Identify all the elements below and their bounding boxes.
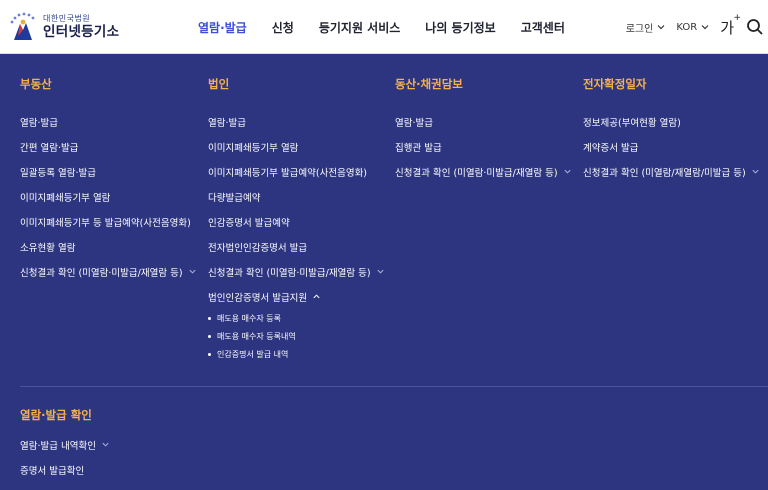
logo-text: 대한민국법원 인터넷등기소 xyxy=(43,13,119,41)
menu-item-label: 정보제공(부여현황 열람) xyxy=(583,117,681,129)
menu-item[interactable]: 소유현황 열람 xyxy=(20,234,197,259)
menu-item-label: 인감증명서 발급예약 xyxy=(208,217,290,229)
font-size-plus: + xyxy=(733,12,741,23)
gnb-item-view-issue[interactable]: 열람·발급 xyxy=(198,19,247,36)
menu-item-label: 신청결과 확인 (미열람/재열람/미발급 등) xyxy=(583,167,746,179)
menu-item[interactable]: 일괄등록 열람·발급 xyxy=(20,159,197,184)
menu-item[interactable]: 다량발급예약 xyxy=(208,184,385,209)
site-header: 대한민국법원 인터넷등기소 열람·발급 신청 등기지원 서비스 나의 등기정보 … xyxy=(0,0,768,54)
gnb-item-customer-center[interactable]: 고객센터 xyxy=(521,19,565,36)
column-title: 법인 xyxy=(208,77,230,91)
chevron-down-icon xyxy=(563,169,571,174)
menu-list: 열람·발급 집행관 발급 신청결과 확인 (미열람·미발급/재열람 등) xyxy=(395,109,572,184)
menu-list: 열람·발급 내역확인 증명서 발급확인 xyxy=(20,432,110,482)
menu-item-expandable[interactable]: 신청결과 확인 (미열람·미발급/재열람 등) xyxy=(208,259,385,284)
global-nav: 열람·발급 신청 등기지원 서비스 나의 등기정보 고객센터 xyxy=(198,0,590,54)
menu-list: 열람·발급 간편 열람·발급 일괄등록 열람·발급 이미지폐쇄등기부 열람 이미… xyxy=(20,109,197,284)
menu-item[interactable]: 정보제공(부여현황 열람) xyxy=(583,109,760,134)
submenu-item[interactable]: 매도용 매수자 등록내역 xyxy=(208,327,385,345)
chevron-down-icon xyxy=(188,269,196,274)
menu-item-label: 신청결과 확인 (미열람·미발급/재열람 등) xyxy=(395,167,558,179)
chevron-down-icon xyxy=(102,442,109,447)
chevron-down-icon xyxy=(657,25,665,30)
font-size-button[interactable]: 가 + xyxy=(720,13,741,38)
login-button[interactable]: 로그인 xyxy=(626,20,667,35)
menu-item[interactable]: 집행관 발급 xyxy=(395,134,572,159)
court-emblem-icon xyxy=(10,12,35,40)
menu-item-label: 일괄등록 열람·발급 xyxy=(20,167,96,179)
menu-item-label: 집행관 발급 xyxy=(395,142,442,154)
font-size-label: 가 xyxy=(720,18,734,37)
header-utils: 로그인 KOR 가 + xyxy=(626,0,768,54)
chevron-down-icon xyxy=(752,169,759,174)
menu-item-label: 이미지폐쇄등기부 등 발급예약(사전음영화) xyxy=(20,217,191,229)
menu-item-label: 열람·발급 xyxy=(395,117,433,129)
menu-item-label: 이미지폐쇄등기부 열람 xyxy=(208,142,299,154)
menu-item-label: 전자법인인감증명서 발급 xyxy=(208,242,308,254)
bullet-icon xyxy=(208,334,211,338)
section-title-verify: 열람·발급 확인 xyxy=(20,408,92,422)
column-title: 전자확정일자 xyxy=(583,77,647,91)
chevron-down-icon xyxy=(701,25,709,30)
column-title: 동산·채권담보 xyxy=(395,77,463,91)
section-divider xyxy=(20,386,768,387)
language-label: KOR xyxy=(676,21,698,33)
menu-item[interactable]: 이미지폐쇄등기부 열람 xyxy=(20,184,197,209)
submenu-item-label: 매도용 매수자 등록내역 xyxy=(217,331,296,341)
menu-item-expandable[interactable]: 신청결과 확인 (미열람·미발급/재열람 등) xyxy=(395,159,572,184)
site-logo[interactable]: 대한민국법원 인터넷등기소 xyxy=(6,9,119,45)
search-icon[interactable] xyxy=(746,18,764,36)
menu-item-label: 열람·발급 xyxy=(20,117,58,129)
gnb-item-my-info[interactable]: 나의 등기정보 xyxy=(425,19,495,36)
menu-item-expanded[interactable]: 법인인감증명서 발급지원 xyxy=(208,284,385,309)
menu-item-label: 이미지폐쇄등기부 발급예약(사전음영화) xyxy=(208,167,368,179)
menu-item-label: 열람·발급 내역확인 xyxy=(20,440,96,452)
menu-item-label: 증명서 발급확인 xyxy=(20,465,85,477)
menu-item-label: 계약증서 발급 xyxy=(583,142,639,154)
menu-item[interactable]: 인감증명서 발급예약 xyxy=(208,209,385,234)
submenu-container: 매도용 매수자 등록 매도용 매수자 등록내역 인감증명서 발급 내역 xyxy=(208,309,385,363)
menu-item[interactable]: 계약증서 발급 xyxy=(583,134,760,159)
menu-item[interactable]: 열람·발급 xyxy=(20,109,197,134)
login-label: 로그인 xyxy=(625,23,654,35)
menu-item-expandable[interactable]: 신청결과 확인 (미열람·미발급/재열람 등) xyxy=(20,259,197,284)
menu-item-label: 소유현황 열람 xyxy=(20,242,76,254)
menu-item-expandable[interactable]: 신청결과 확인 (미열람/재열람/미발급 등) xyxy=(583,159,760,184)
logo-title: 인터넷등기소 xyxy=(43,24,120,40)
menu-item[interactable]: 간편 열람·발급 xyxy=(20,134,197,159)
menu-list: 정보제공(부여현황 열람) 계약증서 발급 신청결과 확인 (미열람/재열람/미… xyxy=(583,109,760,184)
chevron-down-icon xyxy=(376,269,384,274)
submenu-list: 매도용 매수자 등록 매도용 매수자 등록내역 인감증명서 발급 내역 xyxy=(208,309,385,363)
mega-menu-panel: 부동산 열람·발급 간편 열람·발급 일괄등록 열람·발급 이미지폐쇄등기부 열… xyxy=(0,54,768,490)
chevron-up-icon xyxy=(313,294,320,299)
bullet-icon xyxy=(208,352,211,356)
gnb-item-apply[interactable]: 신청 xyxy=(272,19,294,36)
menu-item-label: 법인인감증명서 발급지원 xyxy=(208,292,308,304)
submenu-item[interactable]: 매도용 매수자 등록 xyxy=(208,309,385,327)
menu-item[interactable]: 이미지폐쇄등기부 등 발급예약(사전음영화) xyxy=(20,209,197,234)
submenu-item-label: 인감증명서 발급 내역 xyxy=(217,349,289,359)
menu-item[interactable]: 증명서 발급확인 xyxy=(20,457,110,482)
column-title: 부동산 xyxy=(20,77,52,91)
submenu-item[interactable]: 인감증명서 발급 내역 xyxy=(208,345,385,363)
menu-item[interactable]: 전자법인인감증명서 발급 xyxy=(208,234,385,259)
gnb-item-support-service[interactable]: 등기지원 서비스 xyxy=(319,19,400,36)
menu-item-label: 간편 열람·발급 xyxy=(20,142,79,154)
logo-subtitle: 대한민국법원 xyxy=(43,14,91,23)
menu-item-label: 신청결과 확인 (미열람·미발급/재열람 등) xyxy=(20,267,183,279)
menu-item[interactable]: 이미지폐쇄등기부 발급예약(사전음영화) xyxy=(208,159,385,184)
menu-item[interactable]: 열람·발급 xyxy=(208,109,385,134)
menu-item-label: 열람·발급 xyxy=(208,117,246,129)
menu-item-label: 이미지폐쇄등기부 열람 xyxy=(20,192,111,204)
bullet-icon xyxy=(208,316,211,320)
menu-item-label: 신청결과 확인 (미열람·미발급/재열람 등) xyxy=(208,267,371,279)
menu-item[interactable]: 열람·발급 xyxy=(395,109,572,134)
language-selector[interactable]: KOR xyxy=(676,22,710,33)
menu-item-expandable[interactable]: 열람·발급 내역확인 xyxy=(20,432,110,457)
menu-item[interactable]: 이미지폐쇄등기부 열람 xyxy=(208,134,385,159)
menu-item-label: 다량발급예약 xyxy=(208,192,261,204)
submenu-item-label: 매도용 매수자 등록 xyxy=(217,313,281,323)
menu-list: 열람·발급 이미지폐쇄등기부 열람 이미지폐쇄등기부 발급예약(사전음영화) 다… xyxy=(208,109,385,363)
